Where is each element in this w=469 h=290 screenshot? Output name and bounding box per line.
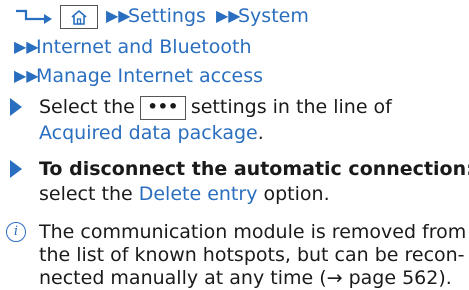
more-options-button[interactable]: ••• — [139, 95, 186, 120]
info-icon: i — [6, 222, 26, 242]
double-arrow-icon: ▶▶ — [215, 6, 241, 25]
system-link[interactable]: System — [238, 5, 309, 27]
nav-line-internet-bluetooth: ▶▶Internet and Bluetooth — [14, 35, 252, 59]
acquired-data-package-link[interactable]: Acquired data package — [39, 122, 258, 144]
step-2-text-post: option. — [263, 183, 330, 205]
step-1-text-pre: Select the — [39, 96, 135, 118]
step-marker-icon — [10, 160, 22, 178]
home-icon — [71, 9, 87, 25]
info-line-1: The communication module is removed from — [39, 221, 467, 243]
home-button[interactable] — [60, 4, 98, 29]
step-1-line-2: Acquired data package. — [39, 121, 264, 145]
manage-internet-link[interactable]: Manage Internet access — [36, 65, 263, 87]
info-line-2: the list of known hotspots, but can be r… — [39, 244, 465, 266]
internet-bluetooth-link[interactable]: Internet and Bluetooth — [36, 36, 252, 58]
step-1-line-1: Select the ••• settings in the line of — [39, 95, 392, 120]
step-2-line-2: select the Delete entry option. — [39, 182, 330, 206]
info-line-3: nected manually at any time (→ page 562)… — [39, 267, 452, 289]
double-arrow-icon: ▶▶ — [14, 37, 39, 56]
step-2-text-pre: select the — [39, 183, 133, 205]
double-arrow-icon: ▶▶ — [14, 66, 39, 85]
settings-link[interactable]: Settings — [128, 5, 206, 27]
step-1-end: . — [257, 122, 264, 144]
path-arrow-icon — [16, 9, 52, 24]
nav-line-manage-internet: ▶▶Manage Internet access — [14, 64, 263, 88]
double-arrow-icon: ▶▶ — [106, 6, 131, 25]
step-1-text-post: settings in the line of — [190, 96, 392, 118]
step-2-heading: To disconnect the automatic connection: — [39, 158, 469, 180]
delete-entry-link[interactable]: Delete entry — [139, 183, 258, 205]
navigation-path: ▶▶Settings ▶▶System — [14, 4, 309, 29]
step-marker-icon — [10, 98, 22, 116]
